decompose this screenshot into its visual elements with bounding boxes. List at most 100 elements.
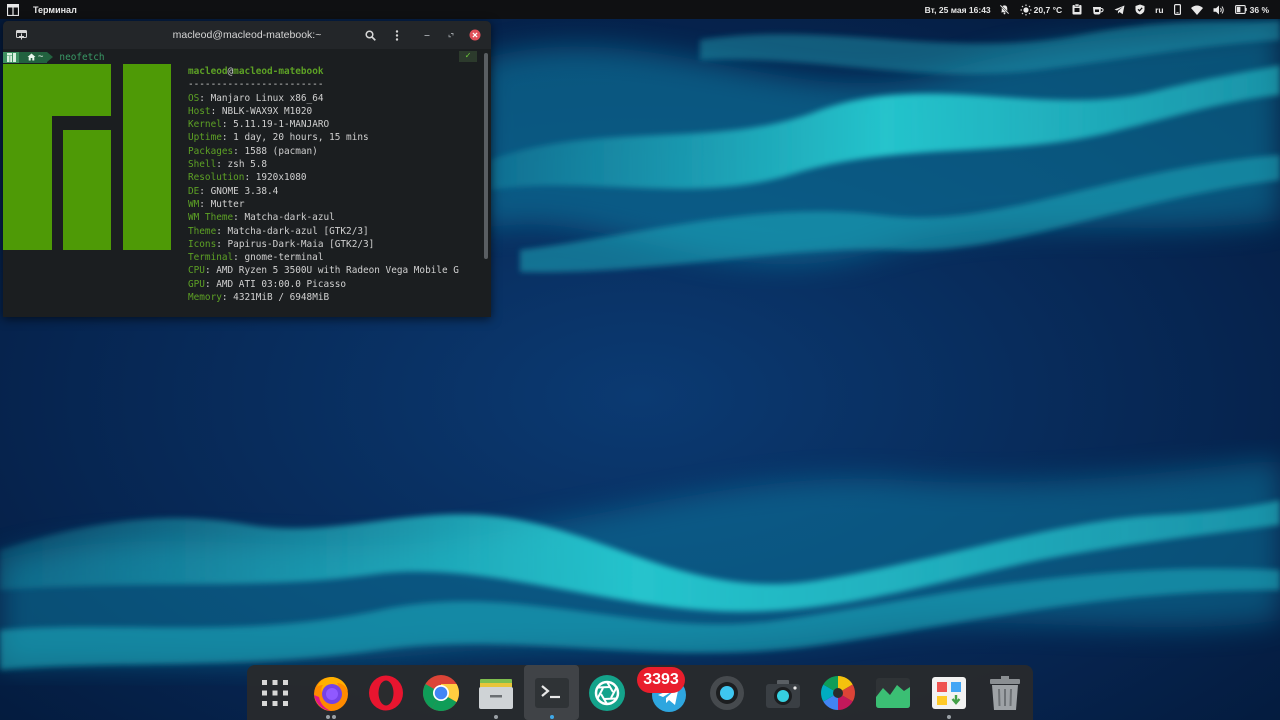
- app-menu[interactable]: Терминал: [0, 0, 77, 19]
- telegram-icon[interactable]: [1109, 0, 1130, 19]
- neofetch-value: zsh 5.8: [227, 159, 268, 171]
- dock-opera[interactable]: [358, 665, 413, 720]
- neofetch-value: 1920x1080: [255, 172, 307, 184]
- terminal-icon: [535, 678, 569, 708]
- neofetch-line: Memory: 4321MiB / 6948MiB: [188, 291, 488, 304]
- keyboard-layout[interactable]: ru: [1150, 0, 1169, 19]
- battery-icon: [1234, 5, 1247, 14]
- minimize-icon[interactable]: [419, 27, 435, 43]
- neofetch-colon: :: [216, 225, 228, 237]
- neofetch-key: OS: [188, 92, 200, 104]
- datetime-menu[interactable]: Вт, 25 мая 16:43: [920, 0, 994, 19]
- dock-aperture[interactable]: [579, 665, 634, 720]
- neofetch-colon: :: [221, 119, 234, 131]
- neofetch-value: NBLK-WAX9X M1020: [221, 105, 313, 117]
- dock-trash[interactable]: [977, 665, 1032, 720]
- dock-firefox[interactable]: [303, 665, 358, 720]
- neofetch-value: 4321MiB / 6948MiB: [233, 292, 330, 304]
- close-icon[interactable]: [469, 29, 481, 41]
- neofetch-separator: ------------------------: [188, 79, 324, 91]
- dock-telegram[interactable]: 3393: [637, 665, 696, 720]
- phone-icon[interactable]: [1169, 0, 1186, 19]
- neofetch-key: Resolution: [188, 172, 245, 184]
- neofetch-colon: :: [216, 238, 228, 250]
- wifi-icon[interactable]: [1186, 0, 1208, 19]
- neofetch-colon: :: [233, 252, 245, 264]
- neofetch-colon: :: [199, 198, 211, 210]
- terminal-window[interactable]: macleod@macleod-matebook:~ ~ neofetch ✓ …: [3, 21, 491, 317]
- weather-indicator[interactable]: 20,7 °C: [1015, 0, 1067, 19]
- neofetch-value: gnome-terminal: [244, 252, 324, 264]
- dock-system-monitor[interactable]: [865, 665, 920, 720]
- neofetch-key: Uptime: [188, 132, 222, 144]
- dock-chrome[interactable]: [413, 665, 468, 720]
- neofetch-key: Host: [188, 105, 211, 117]
- running-indicator: [494, 715, 498, 719]
- terminal-headerbar[interactable]: macleod@macleod-matebook:~: [3, 21, 491, 49]
- battery-indicator[interactable]: 36 %: [1230, 0, 1274, 19]
- volume-icon[interactable]: [1208, 0, 1230, 19]
- neofetch-line: WM Theme: Matcha-dark-azul: [188, 211, 488, 224]
- neofetch-colon: :: [233, 145, 245, 157]
- neofetch-colon: :: [204, 278, 217, 290]
- dock-show-applications[interactable]: [247, 665, 302, 720]
- datetime[interactable]: Вт, 25 мая 16:43: [925, 5, 991, 15]
- neofetch-line: WM: Mutter: [188, 198, 488, 211]
- neofetch-value: AMD ATI 03:00.0 Picasso: [216, 278, 347, 290]
- status-badge: ✓: [459, 51, 477, 62]
- camera-icon: [766, 680, 800, 708]
- vpn-shield-icon[interactable]: [1130, 0, 1150, 19]
- active-indicator: [550, 715, 554, 719]
- terminal-content[interactable]: ~ neofetch ✓ macleod@macleod-matebook --…: [3, 49, 491, 317]
- notifications-off-icon[interactable]: [994, 0, 1015, 19]
- neofetch-info: macleod@macleod-matebook ---------------…: [188, 65, 488, 304]
- dock-file-manager[interactable]: [468, 665, 523, 720]
- neofetch-colon: :: [216, 159, 228, 171]
- clipboard-icon[interactable]: [1067, 0, 1087, 19]
- firefox-icon: [314, 677, 348, 711]
- neofetch-key: WM: [188, 198, 200, 210]
- neofetch-line: Packages: 1588 (pacman): [188, 145, 488, 158]
- grid-icon: [262, 680, 288, 706]
- neofetch-value: GNOME 3.38.4: [210, 185, 279, 197]
- app-menu-title[interactable]: Терминал: [33, 5, 77, 15]
- neofetch-line: Shell: zsh 5.8: [188, 158, 488, 171]
- coffee-icon[interactable]: [1087, 0, 1109, 19]
- neofetch-key: Icons: [188, 238, 217, 250]
- neofetch-line: DE: GNOME 3.38.4: [188, 185, 488, 198]
- close-button[interactable]: [467, 27, 483, 43]
- trash-icon: [990, 676, 1020, 710]
- scrollbar[interactable]: [484, 53, 488, 259]
- neofetch-colon: :: [221, 292, 234, 304]
- neofetch-key: Shell: [188, 159, 217, 171]
- command-text: neofetch: [59, 51, 105, 63]
- neofetch-value: Papirus-Dark-Maia [GTK2/3]: [227, 238, 375, 250]
- menu-kebab-icon[interactable]: [389, 27, 405, 43]
- top-bar: Терминал Вт, 25 мая 16:43 20,7 °C ru 36 …: [0, 0, 1280, 19]
- neofetch-key: DE: [188, 185, 200, 197]
- neofetch-line: Uptime: 1 day, 20 hours, 15 mins: [188, 131, 488, 144]
- dock-color-picker[interactable]: [810, 665, 865, 720]
- battery-percent[interactable]: 36 %: [1250, 5, 1269, 15]
- neofetch-lines: OS: Manjaro Linux x86_64 Host: NBLK-WAX9X…: [188, 92, 488, 305]
- weather-temp[interactable]: 20,7 °C: [1034, 5, 1062, 15]
- search-icon[interactable]: [362, 27, 378, 43]
- dock-software-center[interactable]: [921, 665, 976, 720]
- software-center-icon: [932, 677, 966, 709]
- keyboard-layout-label[interactable]: ru: [1155, 5, 1164, 15]
- neofetch-key: Memory: [188, 292, 222, 304]
- dock-obs[interactable]: [699, 665, 754, 720]
- neofetch-value: 5.11.19-1-MANJARO: [233, 119, 330, 131]
- neofetch-line: CPU: AMD Ryzen 5 3500U with Radeon Vega …: [188, 264, 488, 277]
- dock-screenshot[interactable]: [755, 665, 810, 720]
- neofetch-key: WM Theme: [188, 212, 234, 224]
- dock-terminal[interactable]: [524, 665, 579, 720]
- neofetch-colon: :: [210, 105, 222, 117]
- maximize-icon[interactable]: [443, 27, 459, 43]
- dock: 3393: [247, 665, 1033, 720]
- neofetch-value: Matcha-dark-azul [GTK2/3]: [227, 225, 369, 237]
- weather-icon: [1020, 4, 1032, 15]
- neofetch-line: Icons: Papirus-Dark-Maia [GTK2/3]: [188, 238, 488, 251]
- apps-icon[interactable]: [6, 3, 19, 16]
- neofetch-line: Kernel: 5.11.19-1-MANJARO: [188, 118, 488, 131]
